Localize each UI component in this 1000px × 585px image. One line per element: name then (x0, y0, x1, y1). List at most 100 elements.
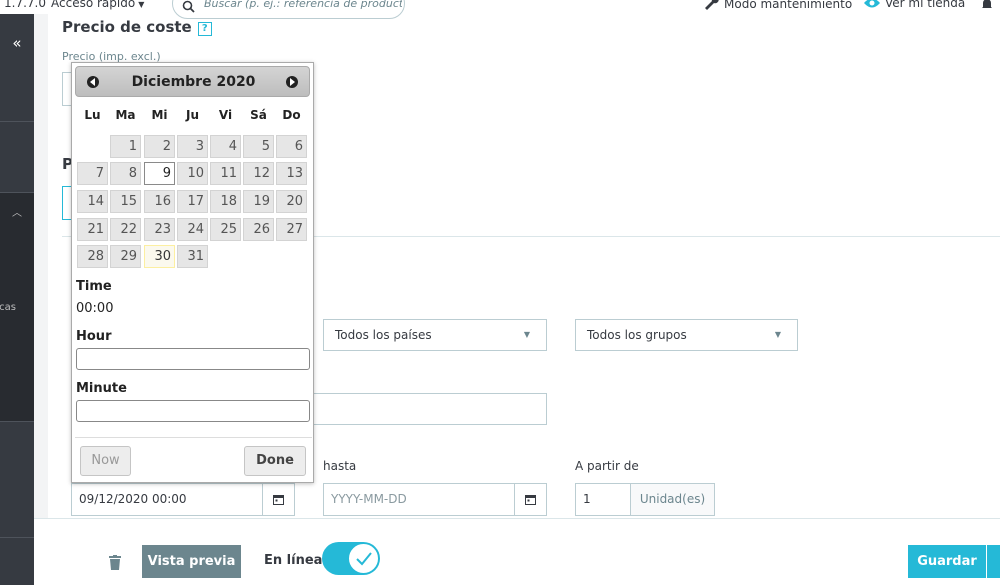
sidebar-item-label[interactable]: cas (0, 302, 16, 313)
delete-button[interactable] (109, 555, 121, 574)
caret-down-icon: ▼ (774, 330, 781, 339)
done-button[interactable]: Done (244, 446, 306, 476)
view-store-link[interactable]: Ver mi tienda (864, 0, 965, 10)
weekday-header: Vi (218, 108, 233, 122)
calendar-day[interactable]: 7 (77, 162, 108, 185)
time-label: Time (76, 279, 112, 294)
next-month-icon[interactable] (286, 76, 298, 88)
calendar-day[interactable]: 6 (276, 135, 307, 158)
notifications-button[interactable] (980, 0, 994, 15)
search-icon (182, 0, 195, 13)
calendar-day[interactable]: 28 (77, 245, 108, 268)
calendar-day[interactable]: 16 (144, 190, 175, 213)
version-label: 1.7.7.0 (4, 0, 46, 10)
caret-down-icon: ▼ (138, 0, 145, 9)
group-select[interactable]: Todos los grupos ▼ (575, 319, 798, 351)
calendar-day[interactable]: 26 (243, 218, 274, 241)
weekday-header: Sá (250, 108, 267, 122)
calendar-day[interactable]: 13 (276, 162, 307, 185)
calendar-day[interactable]: 27 (276, 218, 307, 241)
cost-price-title: Precio de coste (62, 18, 192, 36)
calendar-button[interactable] (514, 484, 546, 515)
footer-bar: Vista previa En línea Guardar (34, 518, 1000, 585)
calendar-day[interactable]: 14 (77, 190, 108, 213)
datepicker: Diciembre 2020 Lu Ma Mi Ju Vi Sá Do 1234567891… (71, 62, 314, 483)
date-from-input[interactable]: 09/12/2020 00:00 (71, 483, 295, 516)
calendar-icon (525, 495, 536, 505)
minute-slider[interactable] (76, 400, 310, 422)
calendar-icon (273, 495, 284, 505)
hour-label: Hour (76, 329, 112, 344)
sidebar: « ︿ cas (0, 14, 34, 585)
calendar-day[interactable]: 8 (110, 162, 141, 185)
time-value: 00:00 (76, 301, 114, 316)
datepicker-divider (75, 437, 312, 438)
calendar-day[interactable]: 21 (77, 218, 108, 241)
calendar-day[interactable]: 1 (110, 135, 141, 158)
trash-icon (109, 555, 121, 570)
cost-price-heading: Precio de coste? (62, 18, 212, 36)
date-to-placeholder: YYYY-MM-DD (331, 492, 407, 506)
quantity-unit: Unidad(es) (630, 484, 714, 515)
search-placeholder: Buscar (p. ej.: referencia de producto, … (204, 0, 402, 10)
online-label: En línea (264, 553, 323, 568)
calendar-day[interactable]: 4 (210, 135, 241, 158)
calendar-day[interactable]: 11 (210, 162, 241, 185)
calendar-day[interactable]: 24 (177, 218, 208, 241)
sidebar-divider (0, 421, 34, 422)
save-dropdown-button[interactable] (987, 545, 1000, 578)
now-button[interactable]: Now (80, 446, 131, 476)
toggle-knob (348, 543, 379, 574)
calendar-day[interactable]: 25 (210, 218, 241, 241)
calendar-day[interactable]: 3 (177, 135, 208, 158)
customer-input[interactable] (303, 393, 547, 425)
help-icon[interactable]: ? (197, 22, 212, 36)
minute-label: Minute (76, 381, 127, 396)
maintenance-label: Modo mantenimiento (724, 0, 853, 11)
weekday-header: Mi (151, 108, 168, 122)
quantity-input-group[interactable]: 1 Unidad(es) (575, 483, 715, 516)
calendar-day[interactable]: 18 (210, 190, 241, 213)
country-select-value: Todos los países (335, 328, 432, 342)
date-to-input[interactable]: YYYY-MM-DD (323, 483, 547, 516)
weekday-header: Lu (84, 108, 101, 122)
quantity-value[interactable]: 1 (583, 492, 591, 506)
save-button[interactable]: Guardar (908, 545, 986, 578)
calendar-day[interactable]: 5 (243, 135, 274, 158)
check-icon (356, 552, 372, 566)
hour-slider[interactable] (76, 348, 310, 370)
calendar-day[interactable]: 31 (177, 245, 208, 268)
quick-access-dropdown[interactable]: Acceso rápido ▼ (51, 0, 144, 10)
to-date-label: hasta (323, 459, 357, 473)
weekday-header: Ma (115, 108, 136, 122)
calendar-day[interactable]: 12 (243, 162, 274, 185)
quick-access-label: Acceso rápido (51, 0, 136, 10)
calendar-day[interactable]: 22 (110, 218, 141, 241)
wrench-icon (705, 0, 719, 10)
calendar-day[interactable]: 2 (144, 135, 175, 158)
calendar-day[interactable]: 29 (110, 245, 141, 268)
calendar-day[interactable]: 9 (144, 162, 175, 185)
calendar-day[interactable]: 10 (177, 162, 208, 185)
preview-button[interactable]: Vista previa (142, 545, 241, 578)
country-select[interactable]: Todos los países ▼ (323, 319, 547, 351)
top-bar: 1.7.7.0 Acceso rápido ▼ Buscar (p. ej.: r… (0, 0, 1000, 19)
datepicker-header: Diciembre 2020 (75, 66, 310, 97)
sidebar-divider (0, 537, 34, 538)
group-select-value: Todos los grupos (587, 328, 687, 342)
collapse-sidebar-icon[interactable]: « (0, 34, 34, 52)
chevron-up-icon[interactable]: ︿ (0, 204, 34, 219)
online-toggle[interactable] (322, 542, 380, 575)
calendar-day[interactable]: 23 (144, 218, 175, 241)
maintenance-link[interactable]: Modo mantenimiento (703, 0, 852, 11)
search-input[interactable]: Buscar (p. ej.: referencia de producto, … (172, 0, 405, 19)
calendar-day[interactable]: 17 (177, 190, 208, 213)
calendar-day[interactable]: 15 (110, 190, 141, 213)
calendar-day[interactable]: 30 (144, 245, 175, 268)
weekday-header: Ju (185, 108, 199, 122)
calendar-day[interactable]: 20 (276, 190, 307, 213)
calendar-button[interactable] (262, 484, 294, 515)
caret-down-icon: ▼ (523, 330, 530, 339)
datepicker-month-year: Diciembre 2020 (131, 74, 256, 90)
calendar-day[interactable]: 19 (243, 190, 274, 213)
